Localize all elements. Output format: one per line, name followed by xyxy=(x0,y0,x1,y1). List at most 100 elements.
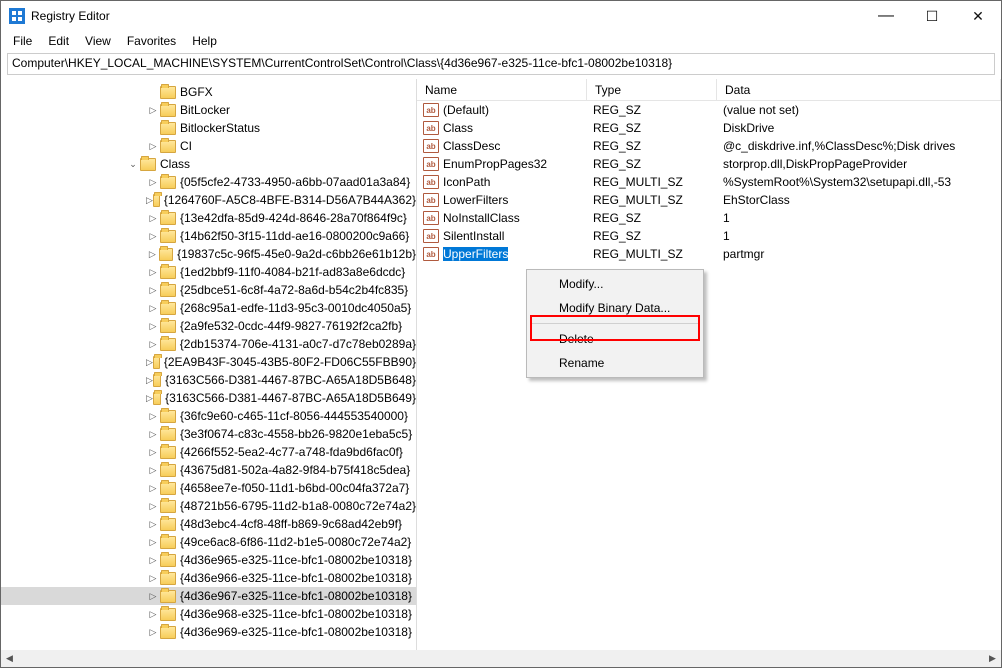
expand-icon[interactable]: ▷ xyxy=(146,555,160,566)
tree-item[interactable]: ▷{1ed2bbf9-11f0-4084-b21f-ad83a8e6dcdc} xyxy=(1,263,416,281)
expand-icon[interactable]: ▷ xyxy=(146,303,160,314)
tree-item[interactable]: ▷{4d36e969-e325-11ce-bfc1-08002be10318} xyxy=(1,623,416,641)
tree-item[interactable]: ▷{3163C566-D381-4467-87BC-A65A18D5B649} xyxy=(1,389,416,407)
tree-item-label: Class xyxy=(160,157,190,171)
expand-icon[interactable]: ▷ xyxy=(146,627,160,638)
tree-item[interactable]: ▷{43675d81-502a-4a82-9f84-b75f418c5dea} xyxy=(1,461,416,479)
expand-icon[interactable]: ▷ xyxy=(146,411,160,422)
ctx-rename[interactable]: Rename xyxy=(529,351,701,375)
tree-item[interactable]: ▷{25dbce51-6c8f-4a72-8a6d-b54c2b4fc835} xyxy=(1,281,416,299)
value-row[interactable]: abClassREG_SZDiskDrive xyxy=(417,119,1001,137)
scroll-left-icon[interactable]: ◀ xyxy=(1,650,18,667)
tree-item[interactable]: ▷{48721b56-6795-11d2-b1a8-0080c72e74a2} xyxy=(1,497,416,515)
expand-icon[interactable]: ▷ xyxy=(146,195,153,206)
expand-icon[interactable]: ▷ xyxy=(146,609,160,620)
string-icon: ab xyxy=(423,247,439,261)
expand-icon[interactable]: ▷ xyxy=(146,447,160,458)
expand-icon[interactable]: ▷ xyxy=(146,465,160,476)
tree-item[interactable]: ▷{13e42dfa-85d9-424d-8646-28a70f864f9c} xyxy=(1,209,416,227)
expand-icon[interactable]: ▷ xyxy=(146,375,153,386)
tree-item[interactable]: ▷{2a9fe532-0cdc-44f9-9827-76192f2ca2fb} xyxy=(1,317,416,335)
menu-view[interactable]: View xyxy=(77,33,119,49)
tree-item[interactable]: ▷{3163C566-D381-4467-87BC-A65A18D5B648} xyxy=(1,371,416,389)
address-bar[interactable]: Computer\HKEY_LOCAL_MACHINE\SYSTEM\Curre… xyxy=(7,53,995,75)
expand-icon[interactable]: ▷ xyxy=(146,339,160,350)
value-data: storprop.dll,DiskPropPageProvider xyxy=(717,157,1001,171)
value-row[interactable]: abEnumPropPages32REG_SZstorprop.dll,Disk… xyxy=(417,155,1001,173)
expand-icon[interactable]: ▷ xyxy=(146,105,160,116)
value-name-cell: abClassDesc xyxy=(417,139,587,153)
value-row[interactable]: ab(Default)REG_SZ(value not set) xyxy=(417,101,1001,119)
expand-icon[interactable]: ▷ xyxy=(146,429,160,440)
expand-icon[interactable]: ▷ xyxy=(146,393,153,404)
values-pane[interactable]: Name Type Data ab(Default)REG_SZ(value n… xyxy=(417,79,1001,651)
col-data[interactable]: Data xyxy=(717,79,1001,100)
scroll-right-icon[interactable]: ▶ xyxy=(984,650,1001,667)
tree-item[interactable]: ▷{1264760F-A5C8-4BFE-B314-D56A7B44A362} xyxy=(1,191,416,209)
tree-pane[interactable]: BGFX▷BitLockerBitlockerStatus▷CI⌄Class▷{… xyxy=(1,79,417,651)
tree-item[interactable]: ▷{48d3ebc4-4cf8-48ff-b869-9c68ad42eb9f} xyxy=(1,515,416,533)
expand-icon[interactable]: ▷ xyxy=(146,483,160,494)
string-icon: ab xyxy=(423,229,439,243)
expand-icon[interactable]: ▷ xyxy=(146,213,160,224)
col-name[interactable]: Name xyxy=(417,79,587,100)
expand-icon[interactable]: ▷ xyxy=(146,231,160,242)
expand-icon[interactable]: ▷ xyxy=(146,321,160,332)
tree-item[interactable]: ▷{4d36e966-e325-11ce-bfc1-08002be10318} xyxy=(1,569,416,587)
col-type[interactable]: Type xyxy=(587,79,717,100)
expand-icon[interactable]: ▷ xyxy=(146,141,160,152)
tree-item[interactable]: ▷{14b62f50-3f15-11dd-ae16-0800200c9a66} xyxy=(1,227,416,245)
tree-item[interactable]: ⌄ Class xyxy=(1,155,416,173)
expand-icon[interactable]: ▷ xyxy=(146,285,160,296)
expand-icon[interactable]: ▷ xyxy=(146,267,160,278)
tree-item[interactable]: ▷{3e3f0674-c83c-4558-bb26-9820e1eba5c5} xyxy=(1,425,416,443)
tree-item[interactable]: ▷{2db15374-706e-4131-a0c7-d7c78eb0289a} xyxy=(1,335,416,353)
value-row[interactable]: abClassDescREG_SZ@c_diskdrive.inf,%Class… xyxy=(417,137,1001,155)
expand-icon[interactable]: ▷ xyxy=(146,177,160,188)
tree-item[interactable]: ▷{4658ee7e-f050-11d1-b6bd-00c04fa372a7} xyxy=(1,479,416,497)
expand-icon[interactable]: ▷ xyxy=(146,357,153,368)
expand-icon[interactable]: ▷ xyxy=(146,591,160,602)
expand-icon[interactable]: ▷ xyxy=(146,537,160,548)
tree-item[interactable]: ▷ {19837c5c-96f5-45e0-9a2d-c6bb26e61b12b} xyxy=(1,245,416,263)
menu-edit[interactable]: Edit xyxy=(40,33,77,49)
ctx-modify[interactable]: Modify... xyxy=(529,272,701,296)
main-panes: BGFX▷BitLockerBitlockerStatus▷CI⌄Class▷{… xyxy=(1,79,1001,651)
maximize-button[interactable]: ☐ xyxy=(909,1,955,31)
menu-favorites[interactable]: Favorites xyxy=(119,33,184,49)
value-row[interactable]: abIconPathREG_MULTI_SZ%SystemRoot%\Syste… xyxy=(417,173,1001,191)
tree-item[interactable]: ▷{4d36e965-e325-11ce-bfc1-08002be10318} xyxy=(1,551,416,569)
tree-item[interactable]: ▷{4266f552-5ea2-4c77-a748-fda9bd6fac0f} xyxy=(1,443,416,461)
ctx-modify-binary[interactable]: Modify Binary Data... xyxy=(529,296,701,320)
close-button[interactable]: ✕ xyxy=(955,1,1001,31)
menu-help[interactable]: Help xyxy=(184,33,225,49)
ctx-delete[interactable]: Delete xyxy=(529,327,701,351)
tree-item[interactable]: ▷{4d36e968-e325-11ce-bfc1-08002be10318} xyxy=(1,605,416,623)
value-row[interactable]: abLowerFiltersREG_MULTI_SZEhStorClass xyxy=(417,191,1001,209)
titlebar[interactable]: Registry Editor — ☐ ✕ xyxy=(1,1,1001,31)
tree-item-label: {19837c5c-96f5-45e0-9a2d-c6bb26e61b12b} xyxy=(177,247,416,261)
tree-item[interactable]: ▷CI xyxy=(1,137,416,155)
bottom-scroll[interactable]: ◀ ▶ xyxy=(1,650,1001,667)
value-row[interactable]: abUpperFiltersREG_MULTI_SZpartmgr xyxy=(417,245,1001,263)
expand-icon[interactable]: ⌄ xyxy=(126,159,140,170)
expand-icon[interactable]: ▷ xyxy=(146,519,160,530)
tree-item[interactable]: ▷{4d36e967-e325-11ce-bfc1-08002be10318} xyxy=(1,587,416,605)
tree-item[interactable]: ▷{49ce6ac8-6f86-11d2-b1e5-0080c72e74a2} xyxy=(1,533,416,551)
menu-file[interactable]: File xyxy=(5,33,40,49)
folder-icon xyxy=(160,572,176,585)
tree-item[interactable]: ▷{05f5cfe2-4733-4950-a6bb-07aad01a3a84} xyxy=(1,173,416,191)
minimize-button[interactable]: — xyxy=(863,1,909,31)
value-row[interactable]: abSilentInstallREG_SZ1 xyxy=(417,227,1001,245)
tree-item[interactable]: ▷{36fc9e60-c465-11cf-8056-444553540000} xyxy=(1,407,416,425)
tree-item[interactable]: ▷{2EA9B43F-3045-43B5-80F2-FD06C55FBB90} xyxy=(1,353,416,371)
tree-item[interactable]: BGFX xyxy=(1,83,416,101)
value-row[interactable]: abNoInstallClassREG_SZ1 xyxy=(417,209,1001,227)
expand-icon[interactable]: ▷ xyxy=(146,249,159,260)
folder-icon xyxy=(160,536,176,549)
expand-icon[interactable]: ▷ xyxy=(146,573,160,584)
tree-item[interactable]: ▷{268c95a1-edfe-11d3-95c3-0010dc4050a5} xyxy=(1,299,416,317)
expand-icon[interactable]: ▷ xyxy=(146,501,160,512)
tree-item[interactable]: ▷BitLocker xyxy=(1,101,416,119)
tree-item[interactable]: BitlockerStatus xyxy=(1,119,416,137)
